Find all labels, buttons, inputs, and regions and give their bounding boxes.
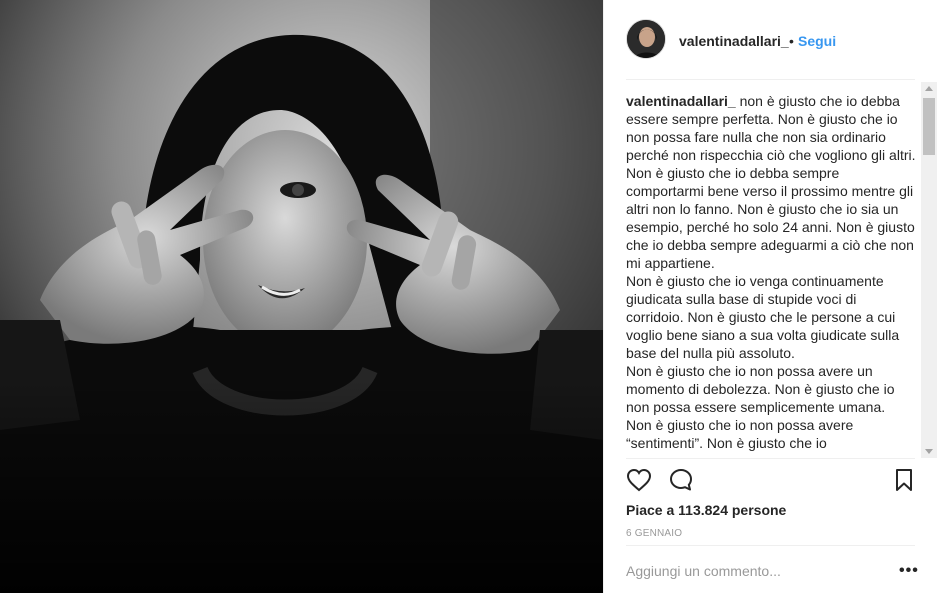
divider bbox=[626, 458, 915, 459]
caption: valentinadallari_ non è giusto che io de… bbox=[626, 92, 917, 455]
caption-paragraph: Non è giusto che io non possa avere “sen… bbox=[626, 417, 854, 451]
caption-paragraph: Non è giusto che io debba sempre comport… bbox=[626, 165, 915, 271]
scroll-up-icon[interactable] bbox=[925, 86, 933, 91]
avatar[interactable] bbox=[626, 19, 666, 59]
caption-scrollbar[interactable] bbox=[921, 82, 937, 458]
action-bar bbox=[626, 468, 916, 494]
author-username[interactable]: valentinadallari_ bbox=[679, 33, 789, 49]
comment-icon[interactable] bbox=[669, 468, 693, 497]
post-photo[interactable] bbox=[0, 0, 603, 593]
bookmark-icon[interactable] bbox=[894, 468, 914, 497]
caption-paragraph: valentinadallari_ non è giusto che io de… bbox=[626, 92, 917, 164]
follow-button[interactable]: Segui bbox=[798, 33, 836, 49]
scroll-down-icon[interactable] bbox=[925, 449, 933, 454]
heart-icon[interactable] bbox=[626, 468, 652, 497]
comment-input[interactable] bbox=[626, 563, 876, 579]
likes-count[interactable]: Piace a 113.824 persone bbox=[626, 502, 786, 518]
more-options-icon[interactable]: ••• bbox=[899, 563, 919, 579]
divider bbox=[626, 79, 915, 80]
divider bbox=[626, 545, 915, 546]
caption-paragraph: Non è giusto che io non possa avere un m… bbox=[626, 363, 895, 415]
scrollbar-thumb[interactable] bbox=[923, 98, 935, 155]
separator-dot: • bbox=[789, 33, 794, 49]
post-image bbox=[0, 0, 603, 593]
avatar-image bbox=[627, 20, 665, 58]
caption-paragraph: Non è giusto che io venga continuamente … bbox=[626, 273, 900, 361]
post-header: valentinadallari_ • Segui bbox=[604, 0, 937, 80]
post-date[interactable]: 6 GENNAIO bbox=[626, 528, 682, 539]
post-side-panel: valentinadallari_ • Segui valentinadalla… bbox=[603, 0, 937, 593]
caption-username[interactable]: valentinadallari_ bbox=[626, 93, 736, 109]
